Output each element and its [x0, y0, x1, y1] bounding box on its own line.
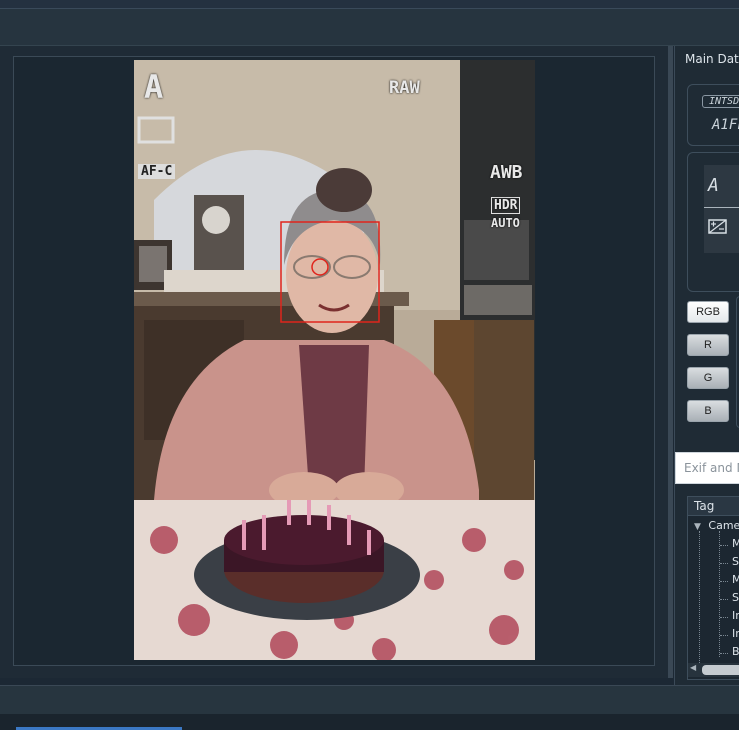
tree-tick [720, 653, 728, 654]
osd-raw: RAW [389, 78, 420, 98]
tree-tick [720, 545, 728, 546]
channel-g-button[interactable]: G [687, 367, 729, 389]
tree-tick [720, 581, 728, 582]
osd-mode: A [144, 68, 164, 106]
main-data-panel: Main Data INTSD A1FF A RGB R G B Exif an… [674, 46, 739, 694]
tree-header[interactable]: Tag [688, 497, 739, 516]
osd-white-balance: AWB [490, 162, 523, 183]
exposure-compensation-icon [708, 219, 727, 234]
tree-item[interactable]: Br [732, 645, 739, 658]
storage-display: INTSD A1FF [687, 84, 739, 146]
tree-tick [720, 635, 728, 636]
tree-item[interactable]: M [732, 537, 739, 550]
osd-hdr: HDR [491, 197, 521, 214]
tree-item[interactable]: In [732, 609, 739, 622]
lcd-divider [704, 207, 739, 208]
top-title-bar [0, 0, 739, 9]
photo-image [134, 60, 535, 660]
tree-tick [720, 563, 728, 564]
exposure-lcd: A [704, 165, 739, 253]
exif-tree: Tag ▼ Camera M Se M Se In In Br ◀ [687, 496, 739, 680]
exposure-mode: A [708, 175, 719, 196]
file-name: A1FF [712, 117, 739, 133]
tree-scroll-thumb[interactable] [702, 665, 739, 675]
viewer-frame: A RAW AF-C AWB HDR AUTO [13, 56, 655, 666]
tree-guide-line [719, 531, 720, 657]
tree-hscrollbar[interactable]: ◀ [688, 663, 739, 677]
scroll-left-icon[interactable]: ◀ [690, 663, 696, 672]
tree-guide-line [699, 531, 700, 663]
tree-root-label: Camera [708, 519, 739, 532]
channel-rgb-button[interactable]: RGB [687, 301, 729, 323]
bottom-toolbar [0, 685, 739, 714]
osd-focus-mode: AF-C [138, 164, 176, 179]
tree-item[interactable]: Se [732, 555, 739, 568]
panel-title: Main Data [685, 52, 739, 66]
exif-tab[interactable]: Exif and Makernotes [675, 452, 739, 484]
osd-hdr-mode: AUTO [491, 216, 520, 230]
toolbar [0, 9, 739, 46]
tree-tick [720, 599, 728, 600]
storage-label: INTSD [702, 95, 739, 108]
tree-item[interactable]: Se [732, 591, 739, 604]
channel-r-button[interactable]: R [687, 334, 729, 356]
channel-b-button[interactable]: B [687, 400, 729, 422]
image-viewer: A RAW AF-C AWB HDR AUTO [0, 46, 668, 678]
tree-root-row[interactable]: ▼ Camera [694, 519, 739, 532]
viewer-splitter[interactable] [668, 46, 673, 678]
tree-item[interactable]: M [732, 573, 739, 586]
exposure-display: A [687, 152, 739, 292]
photo-preview[interactable]: A RAW AF-C AWB HDR AUTO [134, 60, 535, 660]
status-bar [0, 714, 739, 730]
tree-tick [720, 617, 728, 618]
tree-item[interactable]: In [732, 627, 739, 640]
